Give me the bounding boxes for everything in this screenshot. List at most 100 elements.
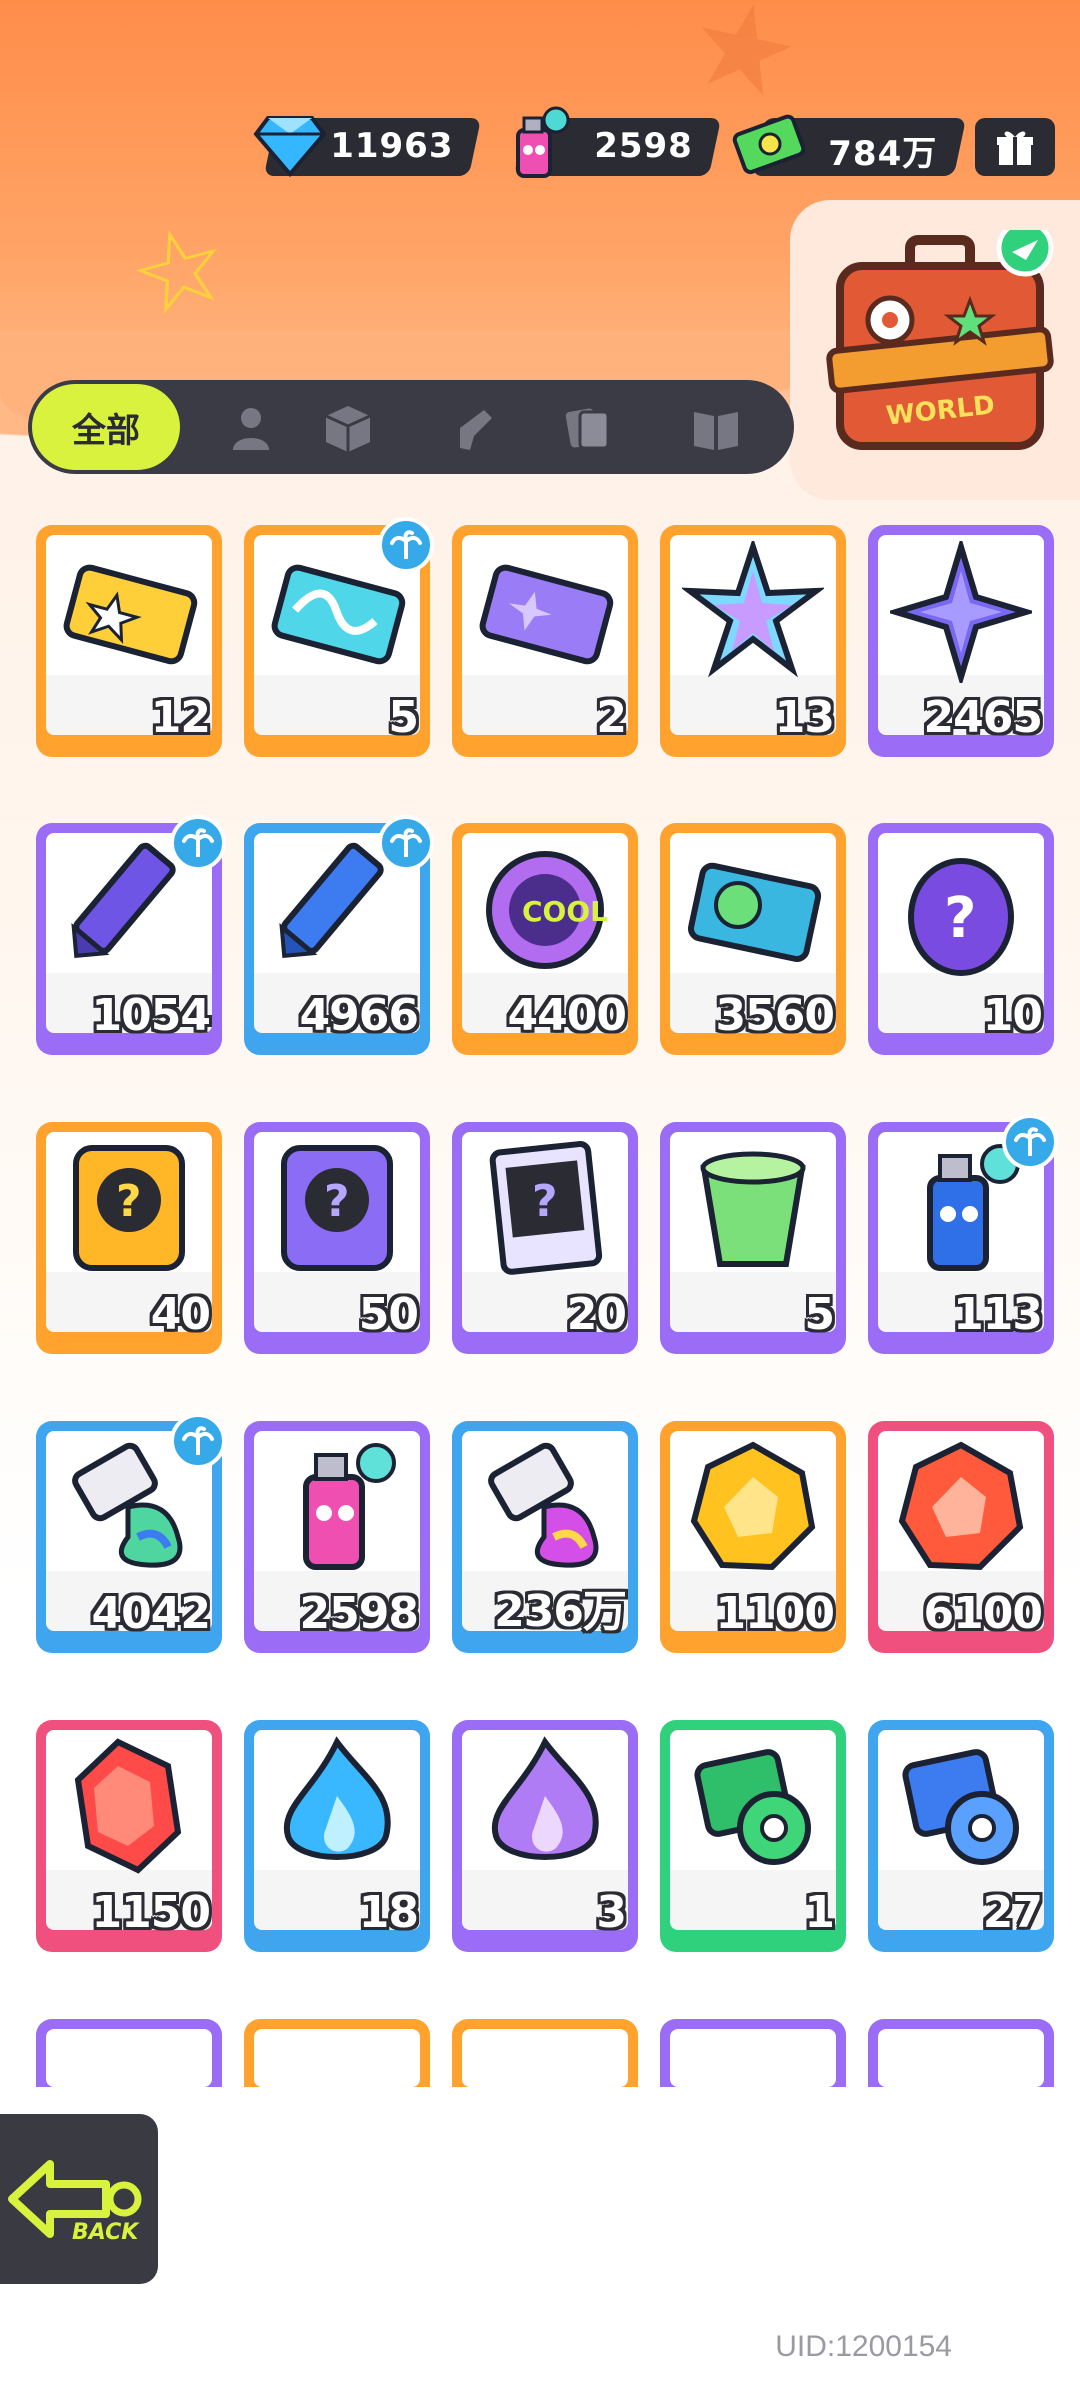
item-card-inner — [254, 2029, 420, 2087]
palm-tree-badge-icon — [378, 517, 434, 573]
palm-tree-badge-icon — [170, 815, 226, 871]
item-card[interactable]: 1150 — [36, 1720, 222, 1952]
item-card[interactable]: 4966 — [244, 815, 434, 1055]
item-count: 20 — [566, 1289, 627, 1340]
item-card[interactable]: 12 — [36, 525, 222, 757]
item-card[interactable]: 27 — [868, 1720, 1054, 1952]
item-card[interactable]: 2465 — [868, 525, 1054, 757]
svg-text:COOL: COOL — [522, 895, 608, 928]
item-card[interactable]: ? 40 — [36, 1122, 222, 1354]
item-card[interactable]: 2598 — [244, 1421, 430, 1653]
item-count: 10 — [982, 990, 1043, 1041]
item-card[interactable]: 113 — [868, 1114, 1058, 1354]
cards-icon[interactable] — [560, 400, 616, 456]
item-count: 13 — [774, 692, 835, 743]
item-count: 6100 — [923, 1588, 1043, 1639]
item-card-partial[interactable] — [452, 2019, 638, 2087]
item-count: 4966 — [299, 990, 419, 1041]
blue-flame-icon — [283, 1736, 391, 1860]
gold-ticket-icon — [63, 564, 198, 665]
red-gem-icon — [74, 1738, 182, 1874]
back-label: BACK — [72, 2220, 139, 2245]
item-card[interactable]: 1100 — [660, 1421, 846, 1653]
gift-box-icon — [997, 131, 1033, 165]
person-icon[interactable] — [223, 400, 279, 456]
item-card[interactable]: 5 — [660, 1122, 846, 1354]
category-tabs: 全部 — [28, 380, 794, 474]
item-count: 1054 — [91, 990, 211, 1041]
book-icon[interactable] — [688, 400, 744, 456]
cash-icon — [732, 114, 806, 175]
item-card-partial[interactable] — [36, 2019, 222, 2087]
item-count: 12 — [150, 692, 211, 743]
gift-button[interactable] — [975, 118, 1055, 176]
green-tape-icon — [694, 1749, 811, 1865]
user-id: UID:1200154 — [775, 2330, 952, 2363]
palm-tree-badge-icon — [378, 815, 434, 871]
travel-card-icon: ? — [489, 1141, 603, 1275]
blue-tape-icon — [902, 1749, 1019, 1865]
svg-text:?: ? — [116, 1176, 142, 1227]
item-card-partial[interactable] — [660, 2019, 846, 2087]
palm-tree-badge-icon — [170, 1413, 226, 1469]
item-count: 2598 — [299, 1588, 419, 1639]
gold-mystery-card-icon: ? — [73, 1145, 185, 1271]
item-card[interactable]: 3 — [452, 1720, 638, 1952]
item-card-inner — [462, 2029, 628, 2087]
palm-tree-badge-icon — [1002, 1114, 1058, 1170]
item-card[interactable]: 236万 — [452, 1421, 638, 1653]
item-count: 113 — [953, 1289, 1043, 1340]
rainbow-star-icon — [682, 541, 824, 678]
mystery-egg-icon: ? — [908, 858, 1014, 976]
item-card[interactable]: 6100 — [868, 1421, 1054, 1653]
item-card[interactable]: 5 — [244, 517, 434, 757]
item-card[interactable]: ? 50 — [244, 1122, 430, 1354]
open-cup-icon — [700, 1151, 806, 1267]
item-count: 236万 — [494, 1586, 627, 1637]
item-card-inner — [46, 2029, 212, 2087]
item-count: 1150 — [91, 1887, 211, 1938]
item-count: 5 — [804, 1289, 835, 1340]
cool-badge-icon: COOL — [486, 851, 608, 969]
diamond-value: 11963 — [329, 126, 454, 166]
item-card-partial[interactable] — [244, 2019, 430, 2087]
item-count: 4400 — [507, 990, 627, 1041]
item-count: 2 — [596, 692, 627, 743]
item-count: 5 — [388, 692, 419, 743]
purple-mystery-card-icon: ? — [281, 1145, 393, 1271]
item-count: 40 — [150, 1289, 211, 1340]
tab-all[interactable]: 全部 — [32, 384, 180, 470]
item-card-partial[interactable] — [868, 2019, 1054, 2087]
item-count: 1 — [804, 1887, 835, 1938]
item-card[interactable]: 2 — [452, 525, 638, 757]
item-count: 18 — [358, 1887, 419, 1938]
item-card-inner — [878, 2029, 1044, 2087]
gold-crystal-icon — [690, 1441, 816, 1571]
paint-tube-pink-icon — [488, 1442, 599, 1568]
item-card[interactable]: 4042 — [36, 1413, 226, 1653]
cash-value: 784万 — [828, 134, 938, 174]
purple-ticket-icon — [479, 564, 614, 665]
season-ticket-icon — [687, 862, 822, 962]
red-crystal-icon — [898, 1441, 1024, 1571]
item-card[interactable]: 1054 — [36, 815, 226, 1055]
item-count: 3 — [596, 1887, 627, 1938]
item-count: 1100 — [715, 1588, 835, 1639]
spray-gun-icon[interactable] — [448, 400, 504, 456]
item-card[interactable]: ? 10 — [868, 823, 1054, 1055]
item-card[interactable]: 13 — [660, 525, 846, 757]
svg-text:?: ? — [324, 1176, 350, 1227]
item-card[interactable]: 3560 — [660, 823, 846, 1055]
item-card[interactable]: ? 20 — [452, 1122, 638, 1354]
spray-can-icon — [516, 106, 570, 178]
item-card[interactable]: 18 — [244, 1720, 430, 1952]
diamond-icon — [253, 116, 327, 178]
world-travel-card[interactable]: WORLD — [790, 200, 1080, 500]
svg-text:?: ? — [532, 1176, 558, 1227]
item-count: 4042 — [91, 1588, 211, 1639]
back-button[interactable]: BACK — [0, 2110, 162, 2288]
item-count: 27 — [982, 1887, 1043, 1938]
item-card[interactable]: 1 — [660, 1720, 846, 1952]
item-card[interactable]: COOL 4400 — [452, 823, 638, 1055]
box-icon[interactable] — [320, 400, 376, 456]
